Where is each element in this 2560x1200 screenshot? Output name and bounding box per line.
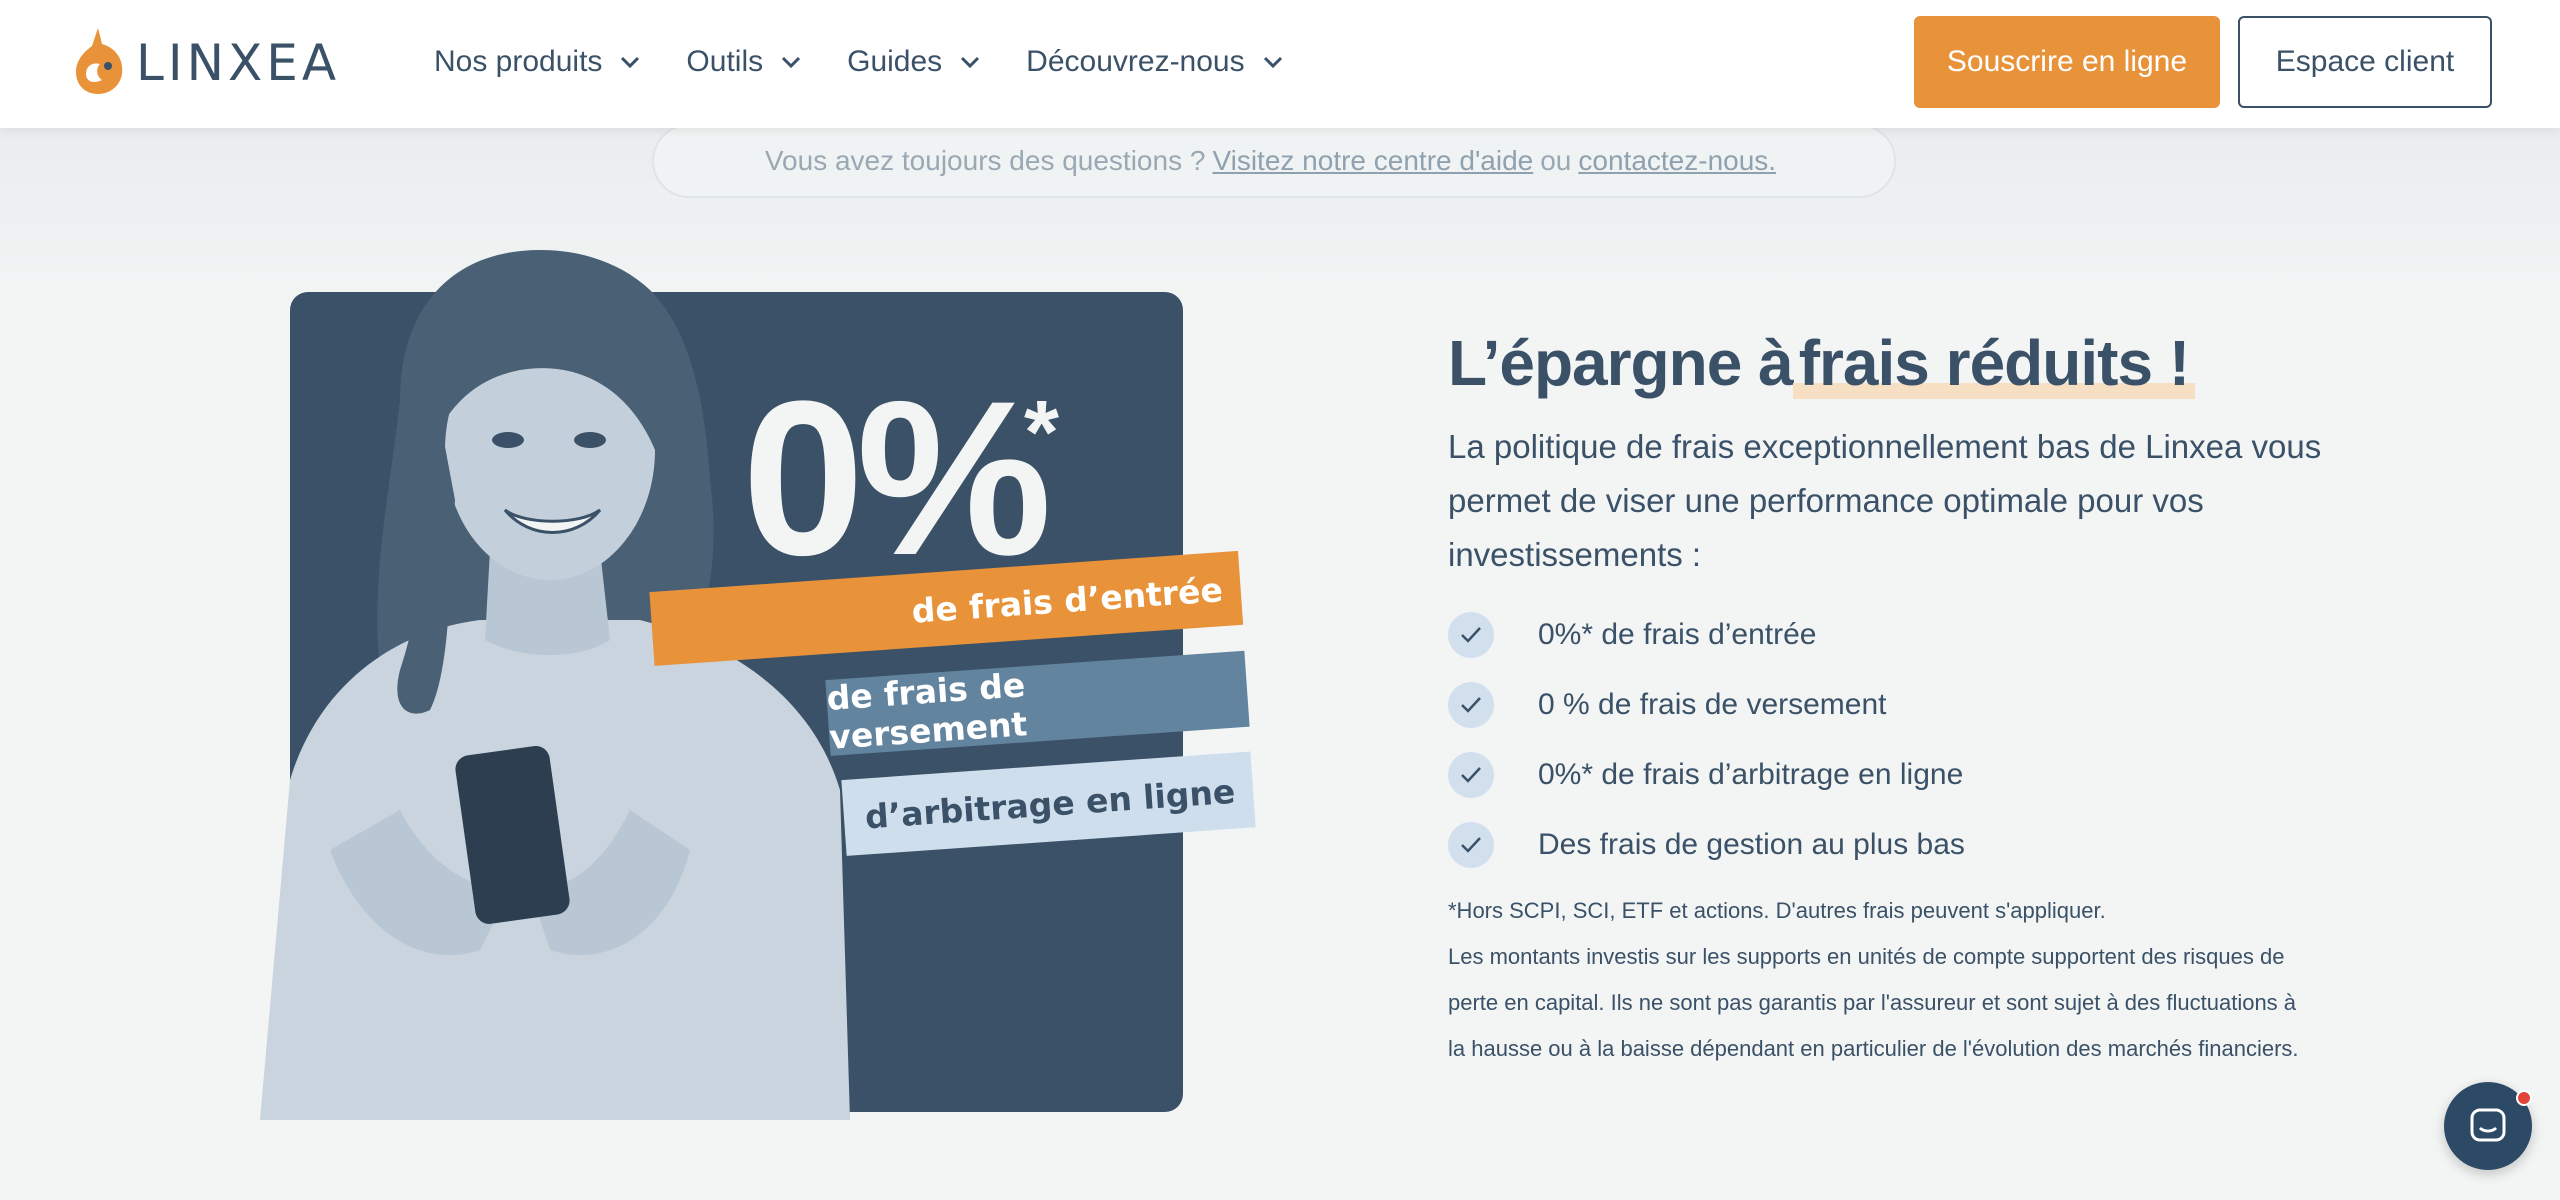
ribbon-label: de frais d’entrée — [910, 569, 1224, 631]
feature-item: Des frais de gestion au plus bas — [1448, 810, 1965, 880]
intro-text: La politique de frais exceptionnellement… — [1448, 428, 2322, 573]
nav-label: Nos produits — [434, 45, 603, 78]
feature-list: 0%* de frais d’entrée 0 % de frais de ve… — [1448, 600, 1965, 880]
asterisk: * — [1024, 383, 1060, 483]
nav-nos-produits[interactable]: Nos produits — [434, 45, 640, 79]
nav-guides[interactable]: Guides — [847, 45, 980, 79]
site-header: LINXEA Nos produits Outils Guides Découv… — [0, 0, 2560, 128]
feature-item: 0%* de frais d’arbitrage en ligne — [1448, 740, 1965, 810]
check-icon — [1448, 612, 1494, 658]
feature-text: 0%* de frais d’entrée — [1538, 618, 1817, 651]
nav-label: Découvrez-nous — [1026, 45, 1245, 78]
title-prefix: L’épargne à — [1448, 327, 1794, 399]
check-icon — [1448, 822, 1494, 868]
ribbon-label: d’arbitrage en ligne — [863, 771, 1237, 836]
feature-text: 0 % de frais de versement — [1538, 688, 1887, 721]
disclaimer: *Hors SCPI, SCI, ETF et actions. D'autre… — [1448, 888, 2308, 1072]
check-icon — [1448, 752, 1494, 798]
logo[interactable]: LINXEA — [72, 26, 352, 98]
help-banner: Vous avez toujours des questions ? Visit… — [652, 124, 1896, 198]
feature-text: 0%* de frais d’arbitrage en ligne — [1538, 758, 1964, 791]
notification-dot — [2516, 1090, 2532, 1106]
client-space-button[interactable]: Espace client — [2238, 16, 2492, 108]
chat-icon — [2470, 1108, 2506, 1142]
title-highlight: frais réduits ! — [1792, 327, 2196, 399]
disclaimer-scope: *Hors SCPI, SCI, ETF et actions. D'autre… — [1448, 898, 2106, 923]
nav-label: Guides — [847, 45, 943, 78]
feature-item: 0 % de frais de versement — [1448, 670, 1965, 740]
chevron-down-icon — [1263, 56, 1282, 69]
contact-link[interactable]: contactez-nous. — [1578, 145, 1776, 177]
section-title: L’épargne àfrais réduits ! — [1448, 326, 2196, 400]
chevron-down-icon — [782, 56, 801, 69]
nav-label: Outils — [686, 45, 764, 78]
linxea-logo-icon — [76, 28, 123, 94]
help-center-link[interactable]: Visitez notre centre d'aide — [1212, 145, 1533, 177]
subscribe-button[interactable]: Souscrire en ligne — [1914, 16, 2220, 108]
zero-percent: 0% — [742, 355, 1052, 601]
chevron-down-icon — [961, 56, 980, 69]
nav-outils[interactable]: Outils — [686, 45, 801, 79]
nav-decouvrez-nous[interactable]: Découvrez-nous — [1026, 45, 1282, 79]
main-nav: Nos produits Outils Guides Découvrez-nou… — [434, 0, 1329, 124]
logo-text: LINXEA — [136, 34, 341, 92]
help-text: Vous avez toujours des questions ? — [764, 145, 1206, 176]
help-or: ou — [1540, 145, 1572, 176]
feature-text: Des frais de gestion au plus bas — [1538, 828, 1965, 861]
check-icon — [1448, 682, 1494, 728]
feature-item: 0%* de frais d’entrée — [1448, 600, 1965, 670]
disclaimer-risk: Les montants investis sur les supports e… — [1448, 944, 2299, 1061]
chevron-down-icon — [621, 56, 640, 69]
